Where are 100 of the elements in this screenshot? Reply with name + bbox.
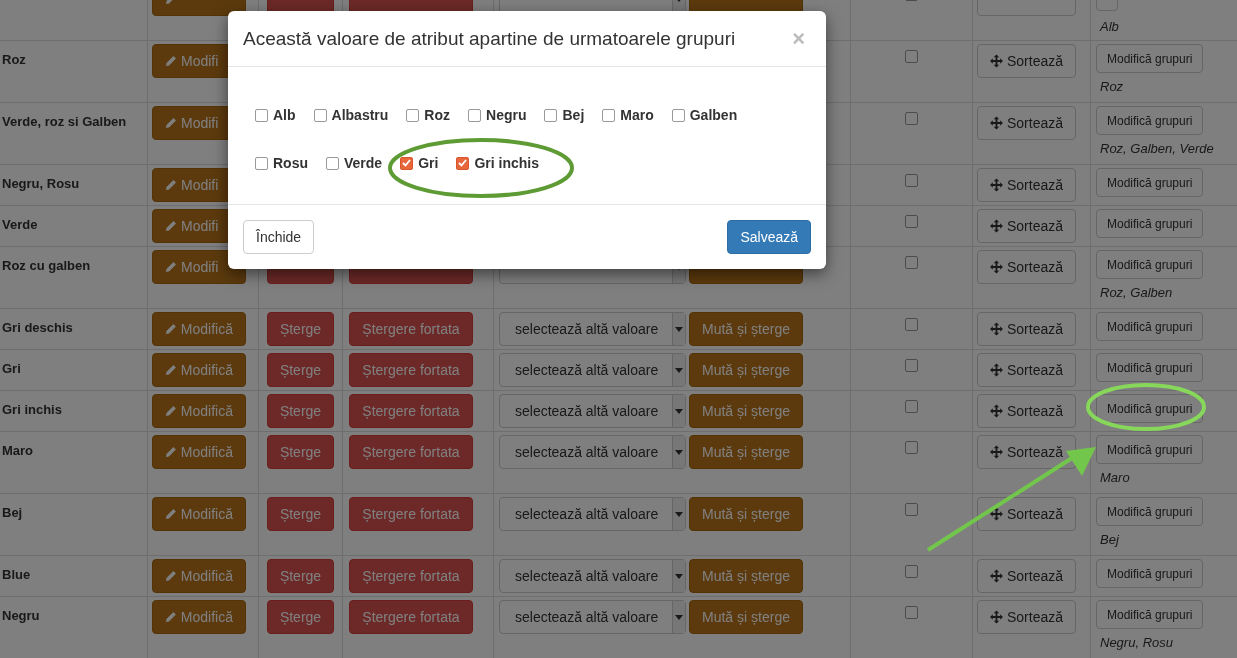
delete-button[interactable]: Șterge bbox=[267, 435, 334, 469]
force-delete-button[interactable]: Ștergere fortata bbox=[349, 353, 473, 387]
move-delete-button[interactable]: Mută și șterge bbox=[689, 435, 803, 469]
group-checkbox[interactable] bbox=[602, 108, 616, 122]
edit-groups-button[interactable]: Modifică grupuri bbox=[1096, 600, 1204, 629]
group-checkbox[interactable] bbox=[671, 108, 685, 122]
force-delete-button[interactable]: Ștergere fortata bbox=[349, 559, 473, 593]
edit-button[interactable]: Modifică bbox=[152, 353, 246, 387]
group-list: Negru, Rosu bbox=[1100, 635, 1233, 650]
sort-button[interactable]: Sortează bbox=[977, 600, 1076, 634]
edit-groups-button[interactable]: Modifică grupuri bbox=[1096, 353, 1204, 382]
edit-groups-button[interactable]: Modifică grupuri bbox=[1096, 559, 1204, 588]
delete-button[interactable]: Șterge bbox=[267, 559, 334, 593]
edit-button[interactable]: Modifică bbox=[152, 394, 246, 428]
move-delete-button[interactable]: Mută și șterge bbox=[689, 312, 803, 346]
value-select[interactable]: selectează altă valoare bbox=[499, 435, 686, 469]
group-checkbox[interactable] bbox=[313, 108, 327, 122]
caret-icon bbox=[675, 449, 683, 455]
row-checkbox[interactable] bbox=[905, 503, 918, 516]
group-label: Gri bbox=[418, 155, 439, 171]
sort-button[interactable]: Sortează bbox=[977, 106, 1076, 140]
delete-button[interactable]: Șterge bbox=[267, 312, 334, 346]
sort-button[interactable]: Sortează bbox=[977, 44, 1076, 78]
force-delete-button[interactable]: Ștergere fortata bbox=[349, 435, 473, 469]
value-select[interactable]: selectează altă valoare bbox=[499, 353, 686, 387]
value-select[interactable]: selectează altă valoare bbox=[499, 394, 686, 428]
pencil-icon bbox=[165, 117, 177, 129]
edit-groups-button[interactable]: Modifică grupuri bbox=[1096, 435, 1204, 464]
value-select[interactable]: selectează altă valoare bbox=[499, 497, 686, 531]
edit-groups-button[interactable]: Modifică grupuri bbox=[1096, 168, 1204, 197]
sort-button[interactable]: Sortează bbox=[977, 559, 1076, 593]
group-checkbox[interactable] bbox=[406, 108, 420, 122]
row-checkbox[interactable] bbox=[905, 256, 918, 269]
move-delete-button[interactable]: Mută și șterge bbox=[689, 559, 803, 593]
row-checkbox[interactable] bbox=[905, 50, 918, 63]
value-select[interactable]: selectează altă valoare bbox=[499, 600, 686, 634]
row-checkbox[interactable] bbox=[905, 441, 918, 454]
row-checkbox[interactable] bbox=[905, 606, 918, 619]
row-checkbox[interactable] bbox=[905, 318, 918, 331]
group-checkbox[interactable] bbox=[400, 156, 414, 170]
value-select[interactable]: selectează altă valoare bbox=[499, 559, 686, 593]
pencil-icon bbox=[165, 508, 177, 520]
move-delete-button[interactable]: Mută și șterge bbox=[689, 600, 803, 634]
close-button[interactable]: × bbox=[786, 29, 811, 49]
row-name: Verde, roz si Galben bbox=[2, 114, 127, 129]
save-button[interactable]: Salvează bbox=[727, 220, 811, 254]
move-delete-button[interactable]: Mută și șterge bbox=[689, 497, 803, 531]
edit-button[interactable]: Modifică bbox=[152, 497, 246, 531]
sort-button[interactable]: Sortează bbox=[977, 435, 1076, 469]
delete-button[interactable]: Șterge bbox=[267, 353, 334, 387]
sort-button[interactable]: Sortează bbox=[977, 394, 1076, 428]
pencil-icon bbox=[165, 220, 177, 232]
force-delete-button[interactable]: Ștergere fortata bbox=[349, 312, 473, 346]
row-checkbox[interactable] bbox=[905, 359, 918, 372]
sort-button[interactable]: Sortează bbox=[977, 353, 1076, 387]
edit-button[interactable]: Modifică bbox=[152, 600, 246, 634]
row-name: Gri deschis bbox=[2, 320, 73, 335]
delete-button[interactable]: Șterge bbox=[267, 497, 334, 531]
sort-button[interactable]: Sortează bbox=[977, 250, 1076, 284]
edit-button[interactable]: Modifică bbox=[152, 312, 246, 346]
sort-button[interactable]: Sortează bbox=[977, 497, 1076, 531]
row-checkbox[interactable] bbox=[905, 215, 918, 228]
group-checkbox[interactable] bbox=[456, 156, 470, 170]
force-delete-button[interactable]: Ștergere fortata bbox=[349, 497, 473, 531]
sort-button[interactable]: Sortează bbox=[977, 312, 1076, 346]
move-delete-button[interactable]: Mută și șterge bbox=[689, 353, 803, 387]
group-checkbox[interactable] bbox=[326, 156, 339, 170]
caret-icon bbox=[675, 614, 683, 620]
edit-groups-button[interactable]: Modifică grupuri bbox=[1096, 209, 1204, 238]
row-checkbox[interactable] bbox=[905, 174, 918, 187]
value-select[interactable]: selectează altă valoare bbox=[499, 312, 686, 346]
row-checkbox[interactable] bbox=[905, 565, 918, 578]
edit-groups-button[interactable]: Modifică grupuri bbox=[1096, 312, 1204, 341]
delete-button[interactable]: Șterge bbox=[267, 394, 334, 428]
pencil-icon bbox=[165, 261, 177, 273]
row-checkbox[interactable] bbox=[905, 112, 918, 125]
delete-button[interactable]: Șterge bbox=[267, 600, 334, 634]
force-delete-button[interactable]: Ștergere fortata bbox=[349, 600, 473, 634]
row-checkbox[interactable] bbox=[905, 400, 918, 413]
row-name: Verde bbox=[2, 217, 38, 232]
edit-button[interactable]: Modifică bbox=[152, 559, 246, 593]
pencil-icon bbox=[165, 446, 177, 458]
group-checkbox[interactable] bbox=[255, 108, 268, 122]
edit-groups-button[interactable]: Modifică grupuri bbox=[1096, 497, 1204, 526]
edit-groups-button[interactable]: Modifică grupuri bbox=[1096, 106, 1204, 135]
edit-groups-button[interactable]: Modifică grupuri bbox=[1096, 44, 1204, 73]
force-delete-button[interactable]: Ștergere fortata bbox=[349, 394, 473, 428]
edit-groups-button[interactable]: Modifică grupuri bbox=[1096, 394, 1204, 423]
close-dialog-button[interactable]: Închide bbox=[243, 220, 315, 254]
sort-button[interactable]: Sortează bbox=[977, 209, 1076, 243]
edit-groups-button[interactable]: Modifică grupuri bbox=[1096, 250, 1204, 279]
group-checkbox[interactable] bbox=[468, 108, 482, 122]
sort-button[interactable]: Sortează bbox=[977, 168, 1076, 202]
group-checkbox[interactable] bbox=[255, 156, 268, 170]
row-name: Maro bbox=[2, 443, 34, 458]
move-delete-button[interactable]: Mută și șterge bbox=[689, 394, 803, 428]
edit-button[interactable]: Modifică bbox=[152, 435, 246, 469]
group-checkbox[interactable] bbox=[544, 108, 558, 122]
pencil-icon bbox=[165, 570, 177, 582]
move-icon bbox=[990, 404, 1003, 418]
